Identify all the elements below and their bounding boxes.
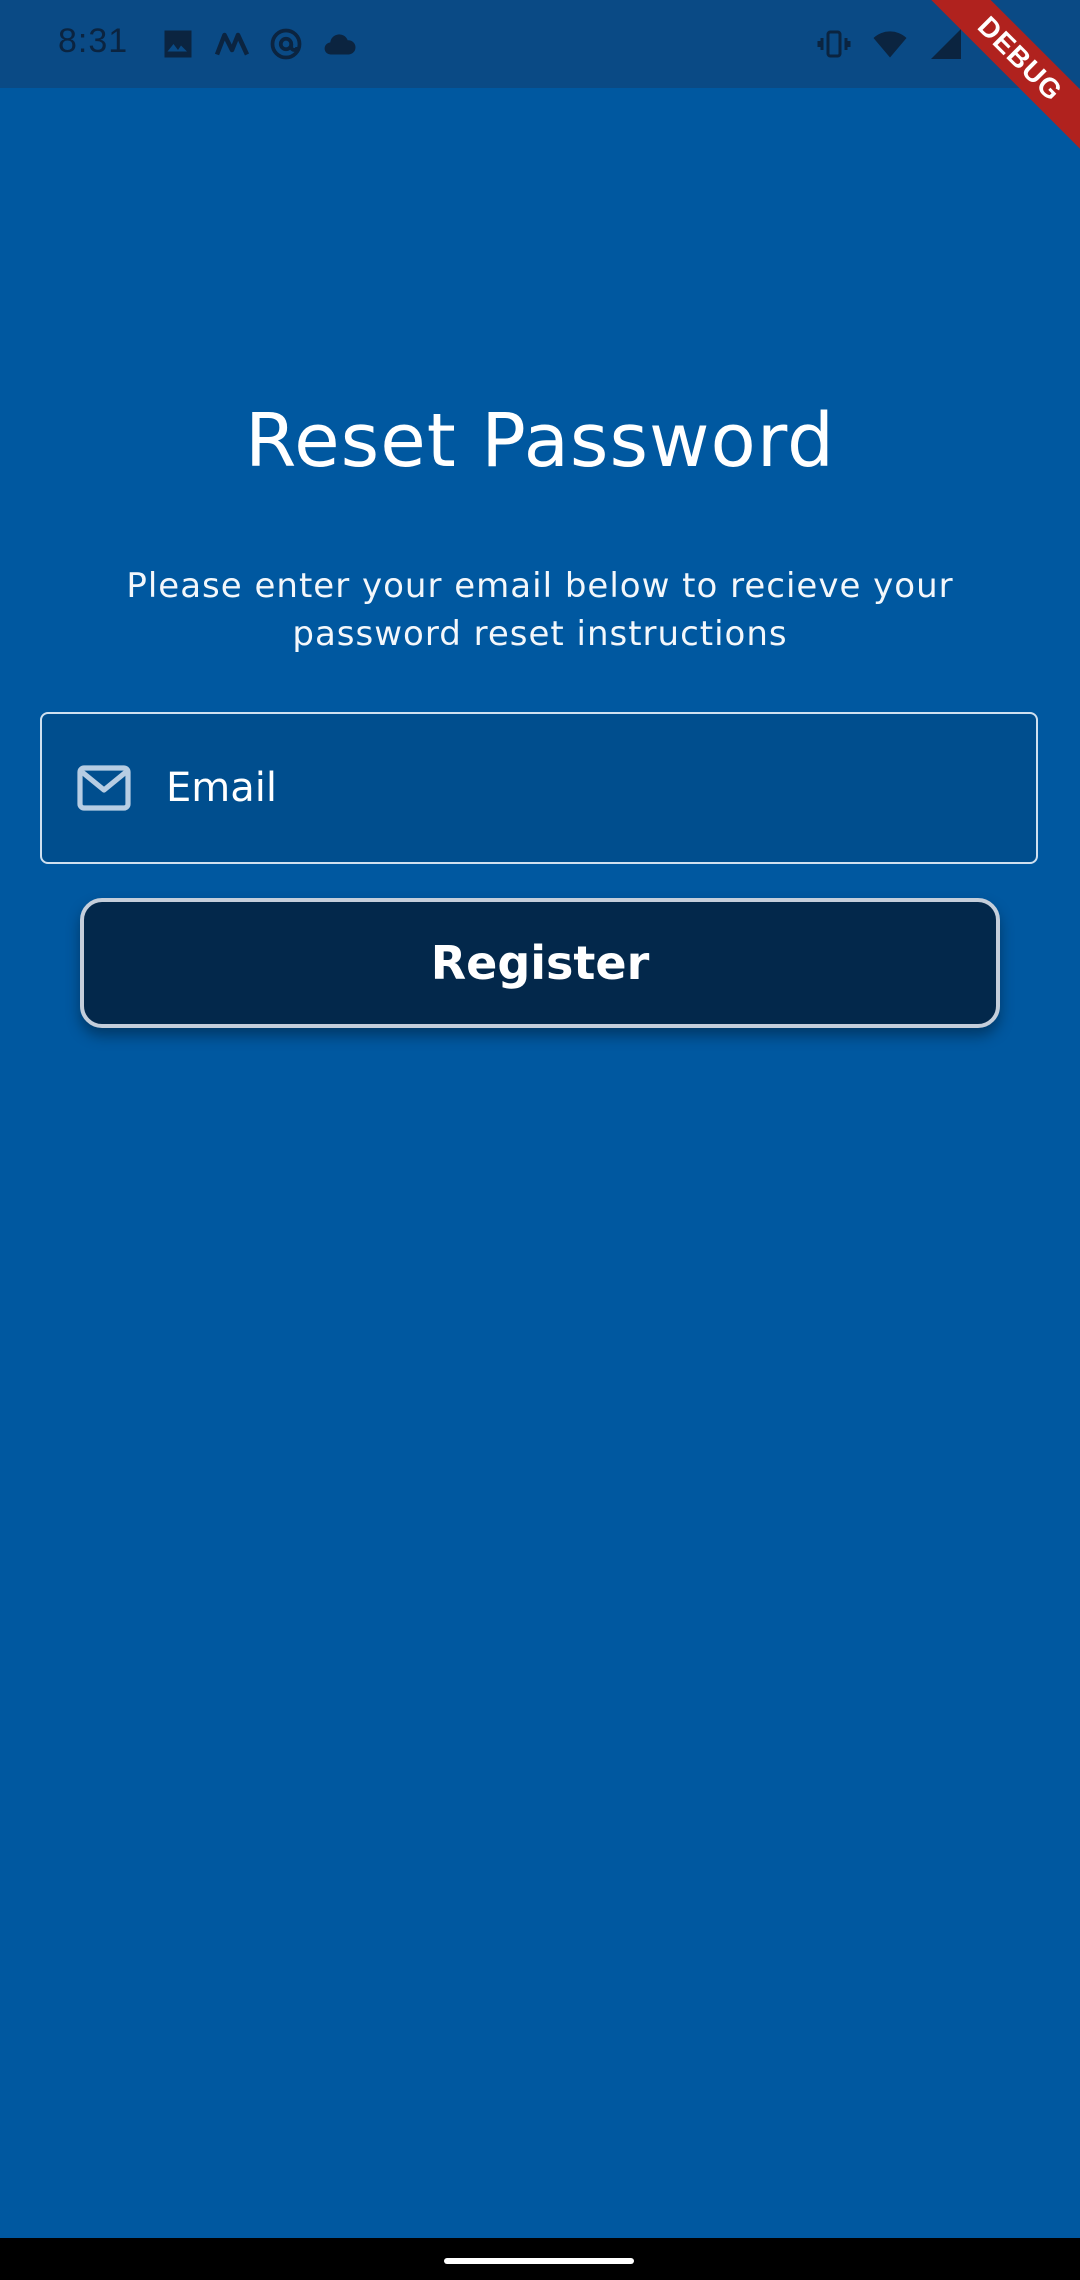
signal-icon	[928, 26, 964, 62]
battery-icon	[984, 26, 1020, 62]
status-bar: 8:31	[0, 0, 1080, 88]
vibrate-icon	[816, 26, 852, 62]
image-icon	[160, 26, 196, 62]
register-button[interactable]: Register	[80, 898, 1000, 1028]
cloud-icon	[322, 26, 358, 62]
home-handle[interactable]	[444, 2258, 634, 2264]
email-field[interactable]	[40, 712, 1038, 864]
mail-icon	[76, 762, 132, 814]
at-sign-icon	[268, 26, 304, 62]
instructions-text: Please enter your email below to recieve…	[126, 566, 954, 654]
status-icons-left	[160, 26, 358, 62]
navigation-bar	[0, 2238, 1080, 2280]
status-icons-right	[816, 24, 1020, 64]
status-time: 8:31	[58, 22, 129, 60]
m-app-icon	[214, 26, 250, 62]
email-input[interactable]	[166, 750, 1006, 826]
wifi-icon	[872, 26, 908, 62]
page-title: Reset Password	[245, 398, 835, 484]
